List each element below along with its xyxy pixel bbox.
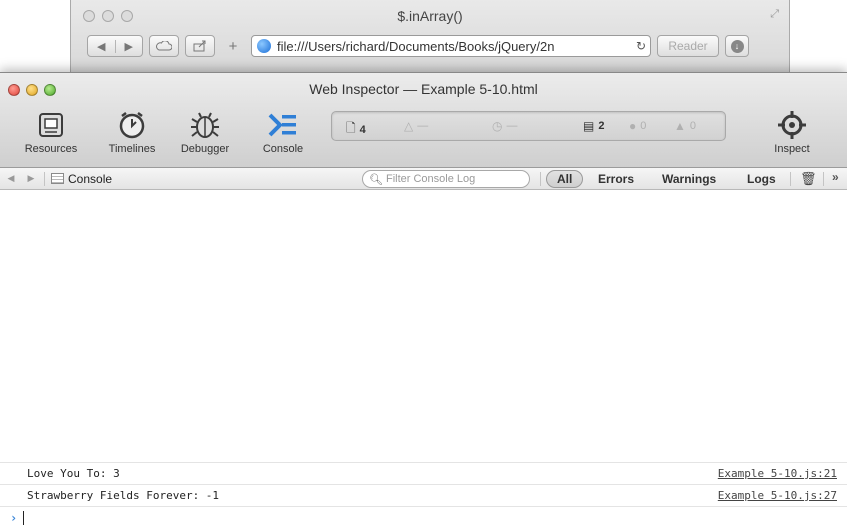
downloads-button[interactable]: ↓ (725, 35, 749, 57)
breadcrumb-label: Console (68, 171, 113, 186)
message-text: Love You To: 3 (27, 467, 120, 480)
log-count[interactable]: ▤ 2 (583, 119, 604, 133)
message-text: Strawberry Fields Forever: -1 (27, 489, 220, 502)
message-source-link[interactable]: Example 5-10.js:21 (718, 467, 837, 480)
console-message: Strawberry Fields Forever: -1 Example 5-… (0, 484, 847, 506)
tab-debugger-label: Debugger (180, 143, 230, 155)
divider (44, 171, 45, 186)
resources-icon (38, 109, 64, 141)
activity-status-bar[interactable]: 🗋 4 △ — ◷ — ▤ 2 ● 0 ▲ 0 (331, 111, 726, 141)
console-log-icon (51, 173, 64, 184)
prompt-chevron-icon: › (10, 510, 18, 525)
tab-timelines[interactable]: Timelines (102, 109, 162, 155)
nav-back-icon[interactable]: ◀ (4, 173, 18, 184)
scope-warnings-button[interactable]: Warnings (662, 172, 716, 186)
forward-button[interactable]: ▶ (114, 39, 143, 53)
load-time: ◷ — (492, 119, 518, 133)
inspect-button[interactable]: Inspect (762, 109, 822, 155)
inspector-toolbar: Web Inspector — Example 5-10.html Resour… (0, 73, 847, 168)
safari-toolbar: ◀ ▶ + file:///Users/richard/Documents/Bo… (87, 34, 779, 58)
reader-button[interactable]: Reader (657, 35, 719, 57)
safari-window-title: $.inArray() (397, 8, 463, 24)
filter-field[interactable]: 🔍︎ (362, 170, 530, 188)
console-message: Love You To: 3 Example 5-10.js:21 (0, 462, 847, 484)
trash-icon[interactable]: 🗑︎ (800, 171, 817, 187)
search-icon: 🔍︎ (369, 173, 383, 186)
divider (540, 172, 541, 186)
share-button[interactable] (185, 35, 215, 57)
scope-all-button[interactable]: All (546, 170, 584, 188)
back-button[interactable]: ◀ (88, 40, 115, 53)
console-navigation-bar: ◀ ▶ Console 🔍︎ All Errors Warnings Logs … (0, 168, 847, 190)
scope-errors-button[interactable]: Errors (598, 172, 634, 186)
log-bubble-icon: ▤ (583, 119, 595, 133)
weight-icon: △ (404, 119, 414, 133)
timelines-icon (117, 109, 147, 141)
divider (823, 172, 824, 186)
divider (790, 172, 791, 186)
download-icon: ↓ (730, 39, 744, 53)
message-source-link[interactable]: Example 5-10.js:27 (718, 489, 837, 502)
scope-logs-button[interactable]: Logs (747, 172, 776, 186)
address-bar[interactable]: file:///Users/richard/Documents/Books/jQ… (251, 35, 651, 57)
warning-icon: ▲ (674, 119, 686, 133)
reload-icon[interactable]: ↻ (632, 39, 650, 53)
share-icon (193, 40, 206, 52)
url-text[interactable]: file:///Users/richard/Documents/Books/jQ… (277, 39, 632, 54)
document-icon: 🗋 (346, 121, 356, 135)
inspector-window-title: Web Inspector — Example 5-10.html (309, 81, 538, 97)
tab-debugger[interactable]: Debugger (175, 109, 235, 155)
console-prompt[interactable]: › (0, 506, 847, 527)
clock-icon: ◷ (492, 119, 503, 133)
debugger-icon (190, 109, 220, 141)
tab-resources[interactable]: Resources (21, 109, 81, 155)
new-tab-button[interactable]: + (221, 35, 245, 57)
back-forward-buttons: ◀ ▶ (87, 35, 143, 57)
issue-count[interactable]: ▲ 0 (674, 119, 696, 133)
nav-forward-icon[interactable]: ▶ (24, 173, 38, 184)
tab-console-label: Console (262, 143, 304, 155)
console-log-area[interactable]: Love You To: 3 Example 5-10.js:21 Strawb… (0, 190, 847, 527)
crosshair-icon (777, 109, 807, 141)
tab-resources-label: Resources (24, 143, 78, 155)
error-icon: ● (629, 119, 637, 133)
tab-timelines-label: Timelines (108, 143, 156, 155)
warning-size: △ — (404, 119, 429, 133)
console-icon (267, 109, 299, 141)
text-caret (23, 510, 25, 525)
inspect-label: Inspect (774, 143, 810, 155)
breadcrumb[interactable]: Console (51, 172, 112, 186)
globe-icon (257, 39, 271, 53)
web-inspector-window: Web Inspector — Example 5-10.html Resour… (0, 72, 847, 527)
cloud-icon (156, 41, 172, 51)
overflow-chevron-icon[interactable]: » (832, 170, 839, 184)
resource-count: 🗋 4 (346, 119, 366, 140)
error-count[interactable]: ● 0 (629, 119, 646, 133)
icloud-tabs-button[interactable] (149, 35, 179, 57)
tab-console[interactable]: Console (253, 109, 313, 155)
fullscreen-icon[interactable]: ⤢ (770, 8, 779, 21)
console-messages: Love You To: 3 Example 5-10.js:21 Strawb… (0, 462, 847, 506)
filter-console-input[interactable] (385, 173, 516, 185)
